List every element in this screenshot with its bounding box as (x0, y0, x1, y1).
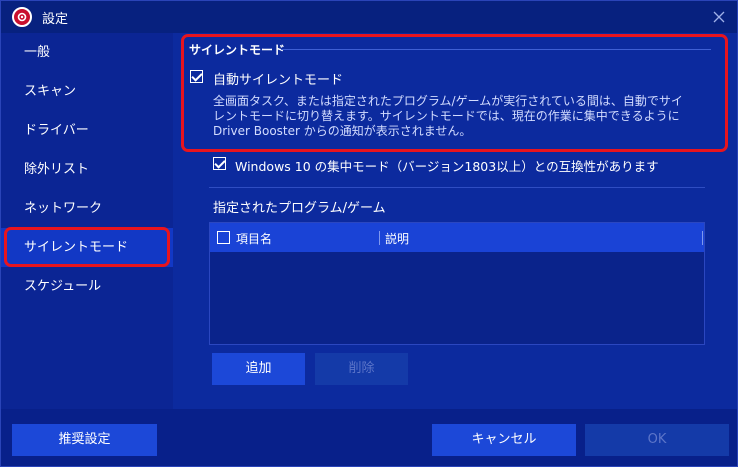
sidebar-item-driver[interactable]: ドライバー (1, 111, 173, 150)
main-panel: サイレントモード 自動サイレントモード 全画面タスク、または指定されたプログラム… (173, 33, 737, 409)
close-icon (713, 11, 725, 23)
program-list[interactable]: 項目名 説明 (209, 222, 705, 345)
ok-button[interactable]: OK (585, 424, 729, 456)
divider (209, 187, 705, 188)
sidebar-item-general[interactable]: 一般 (1, 33, 173, 72)
focus-mode-label[interactable]: Windows 10 の集中モード（バージョン1803以上）との互換性があります (235, 156, 659, 175)
auto-silent-label[interactable]: 自動サイレントモード (213, 69, 343, 88)
description-line: レントモードに切り替えます。サイレントモードでは、現在の作業に集中できるように (213, 109, 680, 123)
sidebar-item-silent-mode[interactable]: サイレントモード (1, 228, 173, 267)
column-divider[interactable] (379, 231, 380, 245)
description-line: Driver Booster からの通知が表示されません。 (213, 124, 472, 138)
section-title: サイレントモード (189, 43, 286, 57)
sidebar-item-exclusion-list[interactable]: 除外リスト (1, 150, 173, 189)
focus-mode-checkbox[interactable] (213, 157, 226, 170)
program-list-title: 指定されたプログラム/ゲーム (213, 201, 386, 216)
column-header-description[interactable]: 説明 (385, 230, 409, 247)
auto-silent-description: 全画面タスク、または指定されたプログラム/ゲームが実行されている間は、自動でサイ… (213, 94, 713, 139)
settings-window: 設定 一般 スキャン ドライバー 除外リスト ネットワーク サイレントモード ス… (0, 0, 738, 467)
add-button[interactable]: 追加 (212, 353, 305, 385)
footer-bar: 推奨設定 キャンセル OK (1, 409, 737, 466)
column-header-name[interactable]: 項目名 (236, 230, 272, 247)
cancel-button[interactable]: キャンセル (432, 424, 576, 456)
window-title: 設定 (42, 12, 69, 27)
column-divider[interactable] (702, 231, 703, 245)
delete-button[interactable]: 削除 (315, 353, 408, 385)
recommended-settings-button[interactable]: 推奨設定 (12, 424, 157, 456)
select-all-checkbox[interactable] (217, 231, 230, 244)
section-divider (281, 49, 711, 50)
sidebar: 一般 スキャン ドライバー 除外リスト ネットワーク サイレントモード スケジュ… (1, 33, 173, 409)
sidebar-item-schedule[interactable]: スケジュール (1, 267, 173, 306)
title-bar: 設定 (1, 1, 737, 33)
close-button[interactable] (709, 7, 729, 27)
list-header: 項目名 説明 (210, 223, 704, 252)
sidebar-item-scan[interactable]: スキャン (1, 72, 173, 111)
sidebar-item-network[interactable]: ネットワーク (1, 189, 173, 228)
app-logo-icon (12, 7, 32, 27)
description-line: 全画面タスク、または指定されたプログラム/ゲームが実行されている間は、自動でサイ (213, 94, 683, 108)
auto-silent-checkbox[interactable] (190, 70, 203, 83)
